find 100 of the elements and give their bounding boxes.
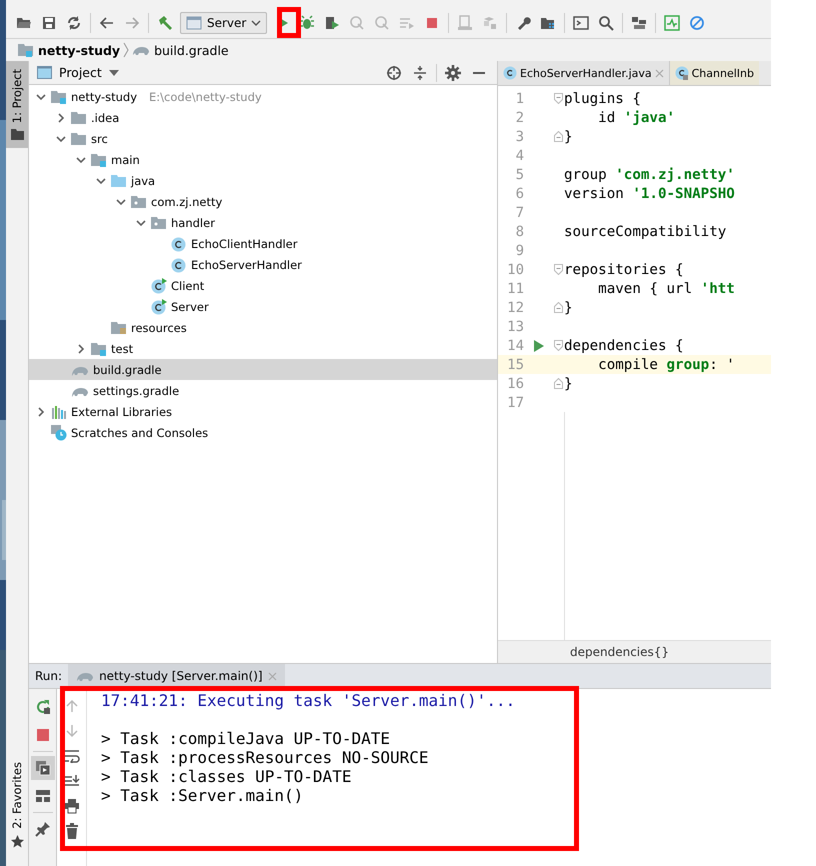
line-number: 8	[514, 224, 524, 240]
collapse-icon[interactable]	[412, 64, 428, 80]
line-number: 17	[506, 394, 524, 410]
pin-icon[interactable]	[34, 821, 50, 837]
line-number: 14	[506, 338, 524, 354]
search-icon[interactable]	[598, 14, 614, 30]
tree-item-label: src	[91, 132, 108, 146]
editor-tab[interactable]: ChannelInb	[670, 61, 759, 85]
settings-icon[interactable]	[445, 64, 461, 80]
monitor-icon[interactable]	[664, 14, 680, 30]
tree-item[interactable]: test	[29, 338, 497, 359]
tree-item[interactable]: .idea	[29, 107, 497, 128]
code-line: sourceCompatibility	[564, 224, 726, 240]
terminal-icon[interactable]	[573, 14, 590, 30]
print-icon[interactable]	[64, 798, 80, 814]
back-icon[interactable]	[99, 14, 115, 30]
runnable-class-icon	[151, 298, 167, 314]
favorites-tool-tab[interactable]: 2: Favorites	[6, 754, 28, 856]
tree-item[interactable]: com.zj.netty	[29, 191, 497, 212]
module-folder-icon	[51, 90, 67, 104]
tree-item[interactable]: Server	[29, 296, 497, 317]
line-number: 15	[506, 356, 524, 372]
fold-icon[interactable]	[554, 340, 563, 351]
tree-item[interactable]: main	[29, 149, 497, 170]
tree-item[interactable]: resources	[29, 317, 497, 338]
tree-item[interactable]: settings.gradle	[29, 380, 497, 401]
runnable-class-icon	[151, 278, 167, 294]
tree-item-label: Server	[171, 300, 209, 314]
windows-icon[interactable]	[34, 760, 50, 776]
console-line: > Task :classes UP-TO-DATE	[101, 767, 352, 786]
trash-icon[interactable]	[64, 823, 78, 839]
project-view-dropdown[interactable]: Project	[37, 65, 119, 80]
class-icon	[503, 66, 517, 80]
module-folder-icon	[18, 43, 34, 57]
layout-toggle[interactable]	[30, 756, 54, 780]
class-icon	[674, 66, 689, 80]
soft-wrap-icon[interactable]	[64, 749, 80, 763]
tree-item-label: Client	[171, 278, 204, 292]
down-arrow-icon[interactable]	[64, 724, 78, 738]
line-number: 13	[506, 318, 524, 334]
tasks-icon[interactable]	[631, 14, 648, 30]
line-number: 6	[514, 186, 524, 202]
project-tool-tab[interactable]: 1: Project	[6, 61, 28, 148]
code-line: plugins {	[564, 90, 641, 106]
stop-icon[interactable]	[36, 728, 50, 742]
tree-item[interactable]: Scratches and Consoles	[29, 422, 497, 443]
code-line: id 'java'	[597, 110, 676, 126]
package-icon	[131, 194, 147, 208]
tree-item[interactable]: netty-study E:\code\netty-study	[29, 86, 497, 107]
save-icon[interactable]	[41, 14, 57, 30]
up-arrow-icon[interactable]	[64, 699, 78, 713]
sync-icon[interactable]	[66, 14, 82, 30]
tree-item[interactable]: Client	[29, 275, 497, 296]
caret-icon	[108, 70, 119, 76]
fold-icon[interactable]	[554, 264, 563, 275]
rerun-icon[interactable]	[34, 699, 50, 715]
project-path: E:\code\netty-study	[149, 90, 262, 104]
tree-item[interactable]: EchoClientHandler	[29, 233, 497, 254]
run-gutter-icon[interactable]	[534, 340, 544, 352]
breadcrumb-item[interactable]: build.gradle	[132, 42, 229, 58]
class-icon	[171, 256, 187, 272]
breadcrumb-item[interactable]: netty-study	[18, 42, 120, 58]
tree-item[interactable]: handler	[29, 212, 497, 233]
folder-icon	[71, 132, 87, 146]
run-config-dropdown[interactable]: Server	[180, 12, 268, 34]
fold-icon[interactable]	[554, 93, 563, 104]
tree-item[interactable]: EchoServerHandler	[29, 254, 497, 275]
elephant-icon	[132, 44, 150, 56]
caret-icon	[251, 20, 262, 26]
package-icon	[151, 216, 167, 230]
tree-item-label: resources	[131, 320, 187, 334]
crosshair-icon[interactable]	[386, 64, 402, 80]
scroll-to-end-icon[interactable]	[64, 774, 80, 788]
hammer-icon[interactable]	[157, 14, 173, 30]
bug-icon[interactable]	[299, 14, 316, 30]
console-line: > Task :compileJava UP-TO-DATE	[101, 729, 391, 748]
tree-item-label: .idea	[91, 110, 120, 124]
editor-tab[interactable]: EchoServerHandler.java	[498, 61, 670, 85]
line-number: 2	[514, 110, 524, 126]
code-line: maven { url 'htt	[597, 280, 735, 296]
module-folder-icon	[91, 342, 107, 356]
run-tab[interactable]: netty-study [Server.main()]	[68, 664, 285, 688]
tree-item-label: EchoServerHandler	[191, 258, 302, 272]
coverage-icon[interactable]	[324, 14, 340, 30]
console-line: > Task :Server.main()	[101, 786, 304, 805]
tree-item[interactable]: build.gradle	[29, 359, 497, 380]
tree-item[interactable]: java	[29, 170, 497, 191]
tree-item[interactable]: src	[29, 128, 497, 149]
tree-item-label: settings.gradle	[93, 384, 180, 398]
ban-icon[interactable]	[689, 14, 706, 30]
line-number: 9	[514, 242, 524, 258]
line-number: 4	[514, 148, 524, 164]
layout-icon[interactable]	[34, 789, 50, 803]
fold-icon[interactable]	[554, 378, 563, 389]
fold-icon[interactable]	[554, 131, 563, 142]
code-line: dependencies {	[564, 338, 684, 354]
tree-item[interactable]: External Libraries	[29, 401, 497, 422]
fold-icon[interactable]	[554, 302, 563, 313]
libraries-icon	[51, 404, 67, 418]
line-number: 12	[506, 300, 524, 316]
